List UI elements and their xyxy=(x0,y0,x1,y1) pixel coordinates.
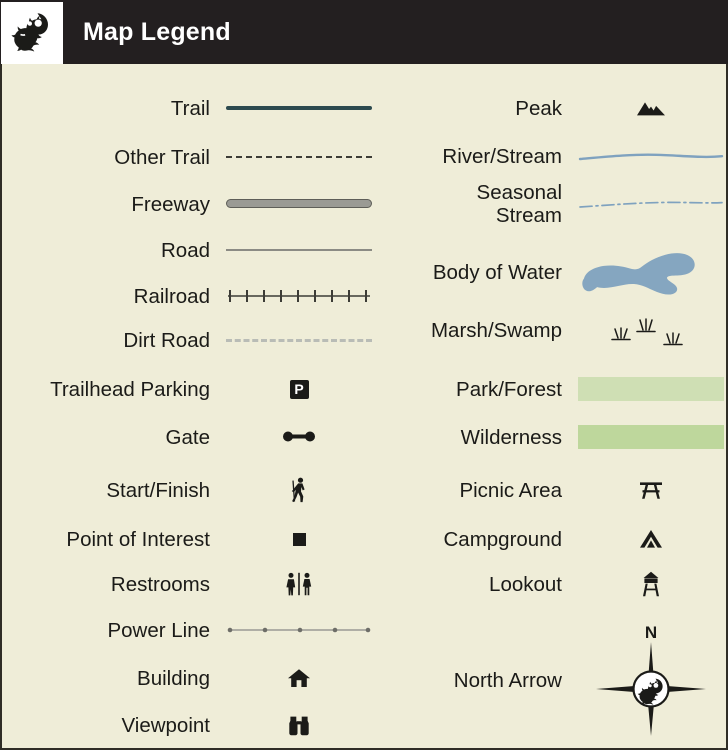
binoculars-icon xyxy=(224,714,374,736)
legend-header: Map Legend xyxy=(0,0,728,64)
legend-row-north-arrow: North Arrow N xyxy=(378,616,726,744)
legend-label: Trail xyxy=(170,96,210,120)
legend-row-campground: Campground xyxy=(378,519,726,559)
seasonal-stream-line-icon xyxy=(576,191,726,217)
legend-row-body-of-water: Body of Water xyxy=(378,240,726,304)
legend-label: Road xyxy=(160,238,210,262)
legend-row-lookout: Lookout xyxy=(378,564,726,604)
lookout-tower-icon xyxy=(576,571,726,597)
freeway-line-icon xyxy=(224,191,374,217)
compass-rose-icon: N xyxy=(576,618,726,742)
road-line-icon xyxy=(224,237,374,263)
tent-icon xyxy=(576,529,726,549)
dashed-trail-line-icon xyxy=(224,144,374,170)
legend-row-wilderness: Wilderness xyxy=(378,417,726,457)
parking-icon: P xyxy=(224,379,374,399)
legend-label: Freeway xyxy=(131,192,210,216)
legend-label: Body of Water xyxy=(432,260,562,284)
restrooms-icon xyxy=(224,572,374,596)
wilderness-swatch xyxy=(576,425,726,449)
legend-row-gate: Gate xyxy=(6,417,374,457)
legend-row-power-line: Power Line xyxy=(6,610,374,650)
legend-label: Picnic Area xyxy=(459,478,562,502)
legend-rows: Trail Other Trail Freeway Road Railroad … xyxy=(2,64,726,748)
ram-head-logo xyxy=(1,1,63,64)
legend-label: Seasonal Stream xyxy=(476,181,562,227)
legend-label: Peak xyxy=(515,96,562,120)
legend-label: Trailhead Parking xyxy=(50,377,210,401)
legend-row-park-forest: Park/Forest xyxy=(378,369,726,409)
picnic-table-icon xyxy=(576,480,726,500)
legend-row-freeway: Freeway xyxy=(6,184,374,224)
legend-label: Wilderness xyxy=(460,425,562,449)
legend-label: North Arrow xyxy=(453,668,562,692)
legend-label: Restrooms xyxy=(110,572,210,596)
legend-row-building: Building xyxy=(6,658,374,698)
dirt-road-line-icon xyxy=(224,327,374,353)
peak-mountain-icon xyxy=(576,99,726,117)
legend-row-road: Road xyxy=(6,230,374,270)
gate-icon xyxy=(224,429,374,445)
legend-row-peak: Peak xyxy=(378,88,726,128)
legend-label: Viewpoint xyxy=(121,713,210,737)
legend-label: Park/Forest xyxy=(456,377,562,401)
house-icon xyxy=(224,668,374,688)
legend-row-river-stream: River/Stream xyxy=(378,136,726,176)
map-legend-panel: Map Legend Trail Other Trail Freeway Roa… xyxy=(0,0,728,750)
legend-label: Dirt Road xyxy=(123,328,210,352)
park-forest-swatch xyxy=(576,377,726,401)
legend-label: Campground xyxy=(443,527,562,551)
legend-row-restrooms: Restrooms xyxy=(6,564,374,604)
filled-square-icon xyxy=(224,532,374,546)
river-line-icon xyxy=(576,143,726,169)
legend-label: Power Line xyxy=(107,618,210,642)
legend-row-viewpoint: Viewpoint xyxy=(6,705,374,745)
water-body-icon xyxy=(576,244,726,300)
solid-trail-line-icon xyxy=(224,95,374,121)
legend-row-other-trail: Other Trail xyxy=(6,137,374,177)
power-line-icon xyxy=(224,617,374,643)
legend-label: River/Stream xyxy=(442,144,562,168)
legend-body: Trail Other Trail Freeway Road Railroad … xyxy=(0,64,728,750)
legend-row-dirt-road: Dirt Road xyxy=(6,320,374,360)
legend-label: Lookout xyxy=(489,572,562,596)
legend-row-picnic-area: Picnic Area xyxy=(378,470,726,510)
legend-row-seasonal-stream: Seasonal Stream xyxy=(378,174,726,234)
legend-label: Point of Interest xyxy=(66,527,210,551)
legend-label: Start/Finish xyxy=(106,478,210,502)
ram-head-icon xyxy=(10,10,54,56)
legend-row-marsh-swamp: Marsh/Swamp xyxy=(378,307,726,353)
railroad-line-icon xyxy=(224,283,374,309)
parking-letter: P xyxy=(289,379,309,399)
legend-row-railroad: Railroad xyxy=(6,276,374,316)
legend-label: Gate xyxy=(165,425,210,449)
north-letter: N xyxy=(645,623,657,642)
page-title: Map Legend xyxy=(83,17,231,46)
legend-row-trail: Trail xyxy=(6,88,374,128)
legend-label: Railroad xyxy=(133,284,210,308)
legend-row-start-finish: Start/Finish xyxy=(6,470,374,510)
legend-label: Other Trail xyxy=(114,145,210,169)
legend-row-point-of-interest: Point of Interest xyxy=(6,519,374,559)
hiker-icon xyxy=(224,477,374,503)
legend-label: Marsh/Swamp xyxy=(430,318,562,342)
legend-row-trailhead-parking: Trailhead Parking P xyxy=(6,369,374,409)
marsh-grass-icon xyxy=(576,310,726,350)
legend-label: Building xyxy=(137,666,210,690)
